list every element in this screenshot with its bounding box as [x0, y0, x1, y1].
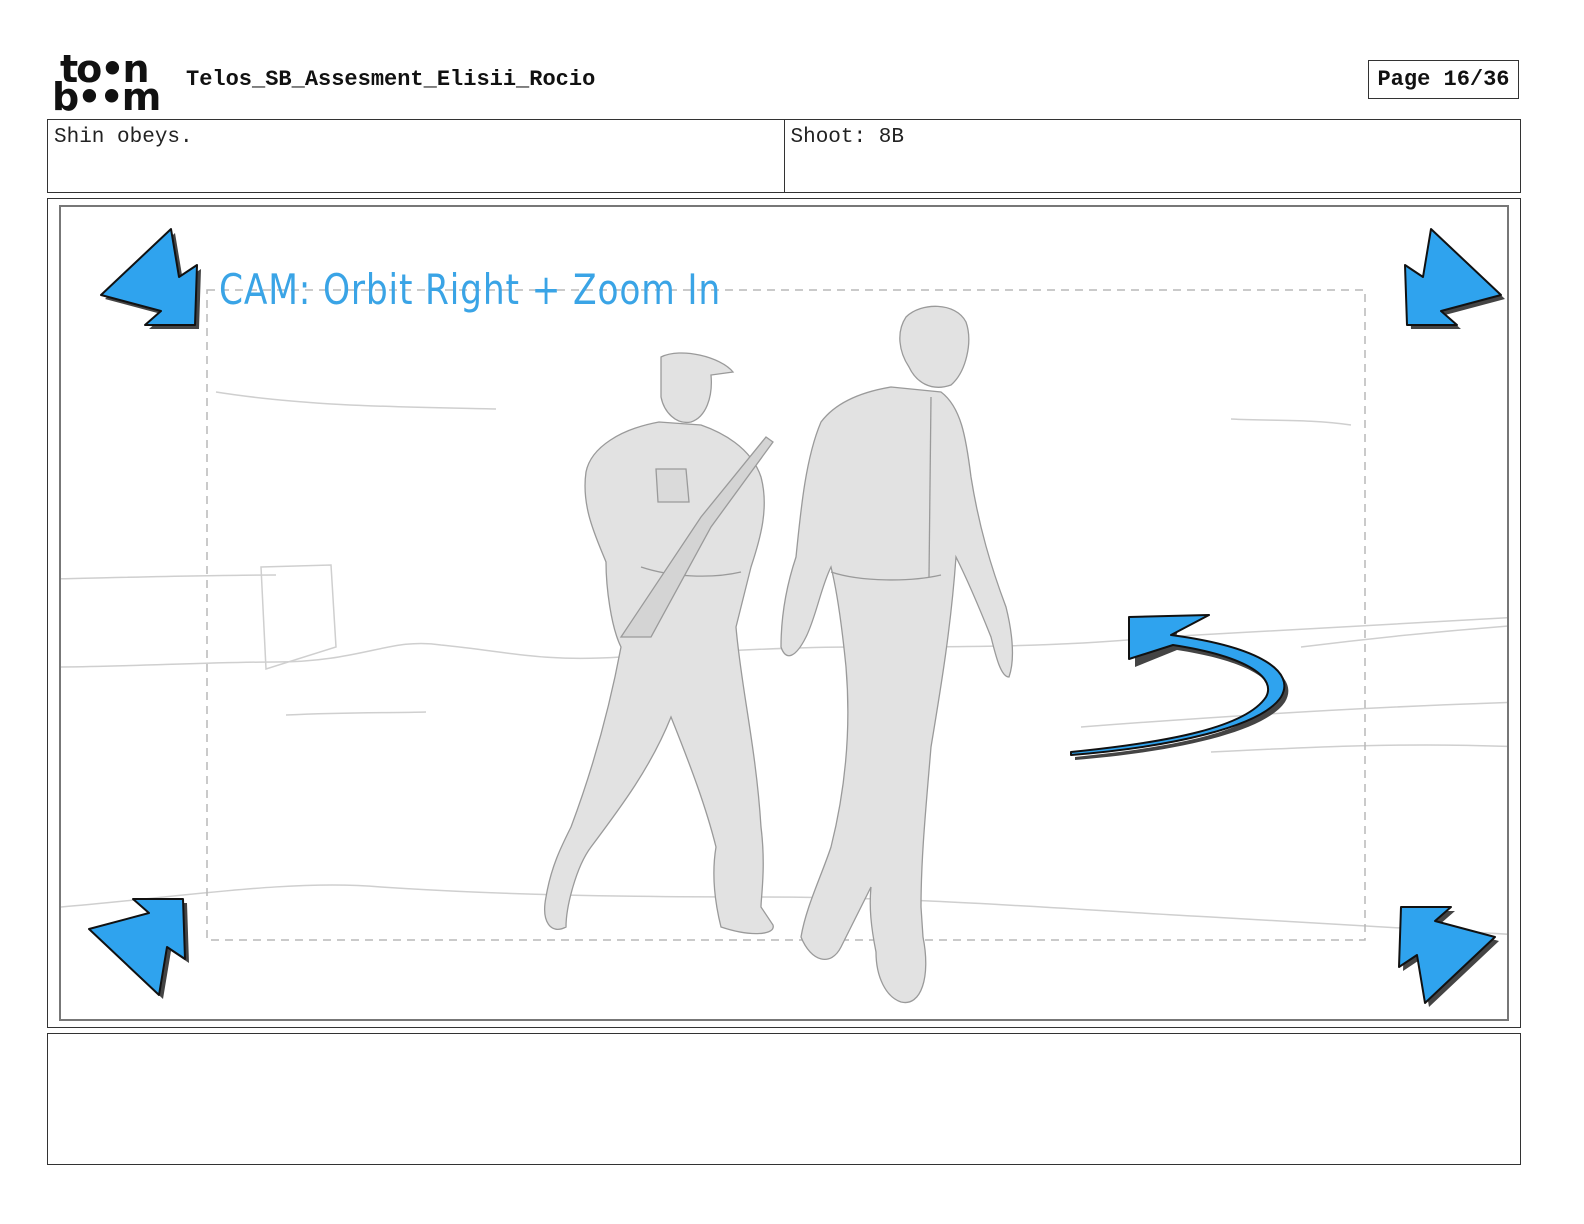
document-title: Telos_SB_Assesment_Elisii_Rocio	[186, 67, 596, 92]
orbit-right-arrow	[1070, 614, 1289, 760]
corner-arrow-bottom-left	[88, 898, 189, 999]
toon-boom-logo: to•n b••m	[52, 50, 164, 116]
logo-line-2: b••m	[52, 75, 161, 119]
background-sketch	[61, 391, 1507, 935]
panel-drawing	[61, 228, 1507, 1007]
shin-figure	[780, 305, 1014, 1004]
storyboard-panel: CAM: Orbit Right + Zoom In	[59, 205, 1509, 1021]
corner-arrow-bottom-right	[1398, 906, 1499, 1007]
corner-arrow-top-right	[1404, 228, 1505, 329]
corner-arrow-top-left	[100, 228, 201, 329]
page-indicator: Page 16/36	[1368, 60, 1519, 99]
action-note: Shin obeys.	[54, 126, 193, 149]
dialogue-notes-box	[47, 1033, 1521, 1165]
camera-move-label: CAM: Orbit Right + Zoom In	[219, 265, 722, 314]
soldier-figure	[544, 352, 774, 935]
shot-label: Shoot: 8B	[783, 120, 1521, 192]
panel-info-row: Shin obeys. Shoot: 8B	[47, 119, 1521, 193]
